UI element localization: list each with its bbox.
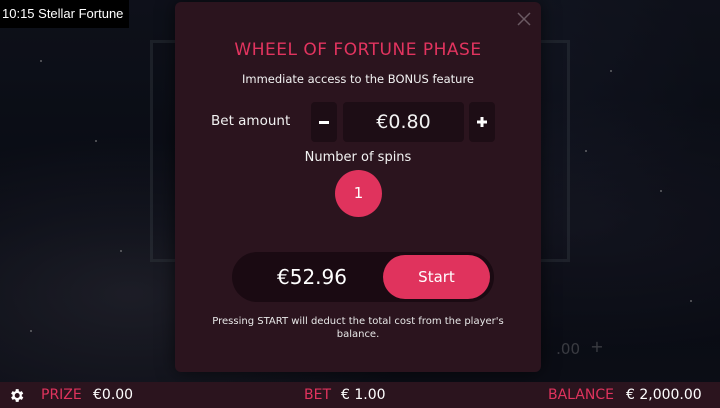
spins-count-button[interactable]: 1 bbox=[335, 170, 382, 217]
bet-amount-label: Bet amount bbox=[211, 113, 291, 129]
prize-label: PRIZE bbox=[41, 387, 82, 403]
window-title: 10:15 Stellar Fortune bbox=[0, 0, 130, 28]
increase-bet-button[interactable] bbox=[469, 102, 495, 142]
bottom-status-bar: PRIZE €0.00 BET € 1.00 BALANCE € 2,000.0… bbox=[0, 382, 720, 408]
decrease-bet-button[interactable] bbox=[311, 102, 337, 142]
bet-value: € 1.00 bbox=[341, 387, 386, 403]
bet-label: BET bbox=[304, 387, 332, 403]
plus-icon bbox=[477, 117, 487, 127]
dialog-subtitle: Immediate access to the BONUS feature bbox=[241, 72, 475, 86]
gear-icon[interactable] bbox=[8, 387, 25, 404]
bonus-buy-dialog: WHEEL OF FORTUNE PHASE Immediate access … bbox=[175, 2, 541, 372]
close-icon[interactable] bbox=[515, 10, 533, 28]
spins-label: Number of spins bbox=[304, 150, 412, 165]
total-cost-pill: €52.96 Start bbox=[232, 252, 494, 302]
prize-value: €0.00 bbox=[93, 387, 134, 403]
balance-value: € 2,000.00 bbox=[626, 387, 702, 403]
bet-amount-value: €0.80 bbox=[343, 102, 464, 142]
start-footnote: Pressing START will deduct the total cos… bbox=[212, 316, 504, 340]
total-cost-value: €52.96 bbox=[277, 265, 347, 289]
minus-icon bbox=[319, 121, 329, 124]
balance-label: BALANCE bbox=[548, 387, 614, 403]
dialog-title: WHEEL OF FORTUNE PHASE bbox=[234, 40, 482, 60]
start-button[interactable]: Start bbox=[383, 255, 490, 299]
